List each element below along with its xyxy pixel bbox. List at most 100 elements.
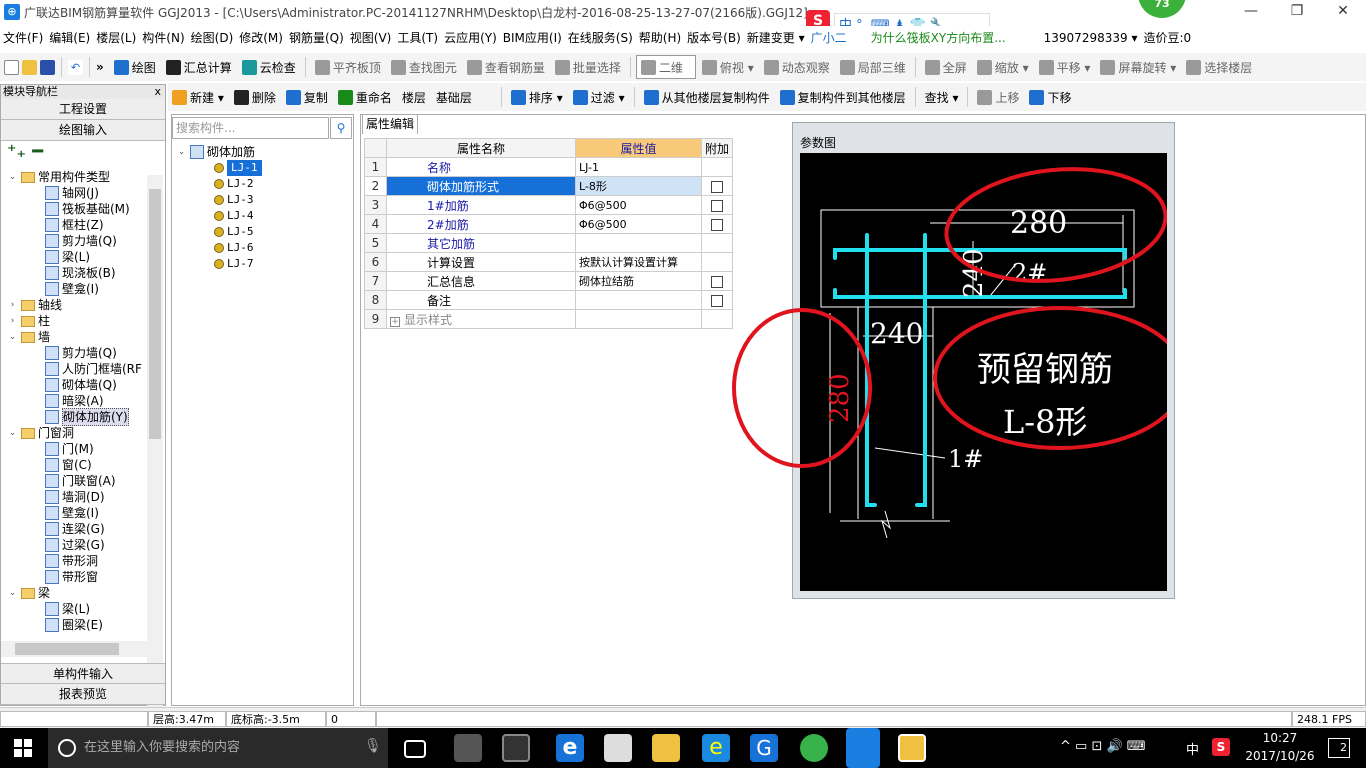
toolbar-button-1[interactable]: 汇总计算	[162, 55, 236, 79]
nav-item-11[interactable]: 剪力墙(Q)	[45, 345, 117, 361]
nav-hscrollbar[interactable]	[1, 641, 147, 657]
nav-item-24[interactable]: 带形洞	[45, 553, 98, 569]
menu-item-0[interactable]: 文件(F)	[0, 26, 46, 50]
nav-folder-16[interactable]: ⌄ 门窗洞	[7, 425, 74, 441]
windows-start-icon[interactable]	[14, 739, 32, 757]
component-toolbar-button-5[interactable]: 基础层	[432, 85, 496, 109]
component-tree-root[interactable]: ⌄ 砌体加筋	[176, 144, 255, 160]
menu-item-12[interactable]: 帮助(H)	[636, 26, 684, 50]
clock-time[interactable]: 10:27	[1250, 731, 1310, 745]
property-value[interactable]: Φ6@500	[575, 214, 702, 234]
property-row[interactable]: 7 汇总信息 砌体拉结筋	[364, 271, 734, 291]
cortana-icon[interactable]	[58, 739, 76, 757]
component-toolbar-button-4[interactable]: 楼层	[398, 85, 430, 109]
menu-item-16[interactable]: 为什么筏板XY方向布置...	[868, 26, 1009, 50]
toolbar-button-2[interactable]: 云检查	[238, 55, 300, 79]
nav-scrollbar[interactable]	[147, 175, 163, 730]
toolbar-button-0[interactable]: 绘图	[110, 55, 160, 79]
nav-item-22[interactable]: 连梁(G)	[45, 521, 105, 537]
microphone-icon[interactable]: 🎙	[364, 738, 382, 754]
property-value[interactable]: Φ6@500	[575, 195, 702, 215]
toolbar-button-11[interactable]: 全屏	[921, 55, 971, 79]
file-quick-icons[interactable]: ↶»	[0, 55, 108, 79]
extra-checkbox[interactable]	[711, 275, 723, 288]
toolbar-button-15[interactable]: 选择楼层	[1182, 55, 1256, 79]
property-row[interactable]: 6 计算设置 按默认计算设置计算	[364, 252, 734, 272]
component-search-input[interactable]: 搜索构件...	[172, 117, 329, 139]
component-toolbar-button-3[interactable]: 重命名	[334, 85, 396, 109]
extra-checkbox[interactable]	[711, 199, 723, 212]
menu-item-1[interactable]: 编辑(E)	[46, 26, 93, 50]
menu-item-14[interactable]: 新建变更 ▾	[744, 26, 808, 50]
menu-item-8[interactable]: 工具(T)	[394, 26, 441, 50]
component-item[interactable]: LJ-6	[214, 240, 254, 256]
nav-item-20[interactable]: 墙洞(D)	[45, 489, 105, 505]
nav-item-3[interactable]: 框柱(Z)	[45, 217, 104, 233]
store-icon[interactable]	[604, 734, 632, 762]
component-toolbar-button-12[interactable]: 下移	[1025, 85, 1075, 109]
menu-item-10[interactable]: BIM应用(I)	[500, 26, 565, 50]
component-toolbar-button-6[interactable]: 排序 ▾	[507, 85, 567, 109]
component-toolbar-button-0[interactable]: 新建 ▾	[168, 85, 228, 109]
component-toolbar-button-9[interactable]: 复制构件到其他楼层	[776, 85, 910, 109]
file-explorer-icon[interactable]	[652, 734, 680, 762]
edge-browser-icon[interactable]: e	[556, 734, 584, 762]
property-row[interactable]: 9 + 显示样式	[364, 309, 734, 329]
extra-checkbox[interactable]	[711, 218, 723, 231]
toolbar-button-4[interactable]: 查找图元	[387, 55, 461, 79]
menu-item-6[interactable]: 钢筋量(Q)	[286, 26, 347, 50]
notes-app-icon[interactable]	[898, 734, 926, 762]
expand-collapse-icons[interactable]: ⁺₊ ━	[1, 141, 165, 169]
notification-center-icon[interactable]: 2	[1328, 738, 1350, 758]
nav-item-1[interactable]: 轴网(J)	[45, 185, 99, 201]
nav-item-18[interactable]: 窗(C)	[45, 457, 92, 473]
nav-folder-9[interactable]: › 柱	[7, 313, 50, 329]
taskbar-app-green-icon[interactable]	[800, 734, 828, 762]
component-item[interactable]: LJ-1	[214, 160, 262, 176]
menu-item-2[interactable]: 楼层(L)	[93, 26, 139, 50]
nav-item-19[interactable]: 门联窗(A)	[45, 473, 116, 489]
search-icon[interactable]: ⚲	[330, 117, 352, 139]
menu-item-17[interactable]: 13907298339 ▾	[1041, 26, 1141, 50]
component-toolbar-button-2[interactable]: 复制	[282, 85, 332, 109]
expander-icon[interactable]: ›	[7, 297, 18, 313]
component-item[interactable]: LJ-3	[214, 192, 254, 208]
glodon-g-icon[interactable]: G	[750, 734, 778, 762]
property-value[interactable]	[575, 290, 702, 310]
toolbar-button-13[interactable]: 平移 ▾	[1035, 55, 1095, 79]
toolbar-button-12[interactable]: 缩放 ▾	[973, 55, 1033, 79]
component-toolbar-button-1[interactable]: 删除	[230, 85, 280, 109]
nav-item-6[interactable]: 现浇板(B)	[45, 265, 116, 281]
nav-folder-8[interactable]: › 轴线	[7, 297, 62, 313]
maximize-button[interactable]: ❐	[1274, 0, 1320, 24]
component-toolbar-button-10[interactable]: 查找 ▾	[921, 85, 963, 109]
toolbar-button-9[interactable]: 动态观察	[760, 55, 834, 79]
nav-folder-26[interactable]: ⌄ 梁	[7, 585, 50, 601]
nav-item-27[interactable]: 梁(L)	[45, 601, 90, 617]
menu-item-5[interactable]: 修改(M)	[236, 26, 286, 50]
nav-item-12[interactable]: 人防门框墙(RF	[45, 361, 142, 377]
component-toolbar-button-7[interactable]: 过滤 ▾	[569, 85, 629, 109]
taskbar-app-pinwheel-icon[interactable]	[454, 734, 482, 762]
menu-item-7[interactable]: 视图(V)	[347, 26, 395, 50]
component-toolbar-button-11[interactable]: 上移	[973, 85, 1023, 109]
system-tray-icons[interactable]: ^ ▭ ⊡ 🔊 ⌨	[1060, 739, 1146, 754]
toolbar-button-8[interactable]: 俯视 ▾	[698, 55, 758, 79]
component-item[interactable]: LJ-5	[214, 224, 254, 240]
nav-folder-10[interactable]: ⌄ 墙	[7, 329, 50, 345]
nav-item-28[interactable]: 圈梁(E)	[45, 617, 103, 633]
menu-item-9[interactable]: 云应用(Y)	[441, 26, 500, 50]
close-button[interactable]: ✕	[1320, 0, 1366, 24]
menu-item-11[interactable]: 在线服务(S)	[565, 26, 636, 50]
toolbar-button-10[interactable]: 局部三维	[836, 55, 910, 79]
drawing-input-button[interactable]: 绘图输入	[1, 120, 165, 141]
toolbar-button-7[interactable]: 二维	[635, 55, 696, 79]
sogou-tray-icon[interactable]: S	[1212, 738, 1230, 756]
property-row[interactable]: 3 1#加筋 Φ6@500	[364, 195, 734, 215]
property-value[interactable]: 按默认计算设置计算	[575, 252, 702, 272]
property-value[interactable]: L-8形	[575, 176, 702, 196]
nav-item-15[interactable]: 砌体加筋(Y)	[45, 408, 129, 426]
toolbar-button-6[interactable]: 批量选择	[551, 55, 625, 79]
property-value[interactable]: 砌体拉结筋	[575, 271, 702, 291]
component-item[interactable]: LJ-4	[214, 208, 254, 224]
